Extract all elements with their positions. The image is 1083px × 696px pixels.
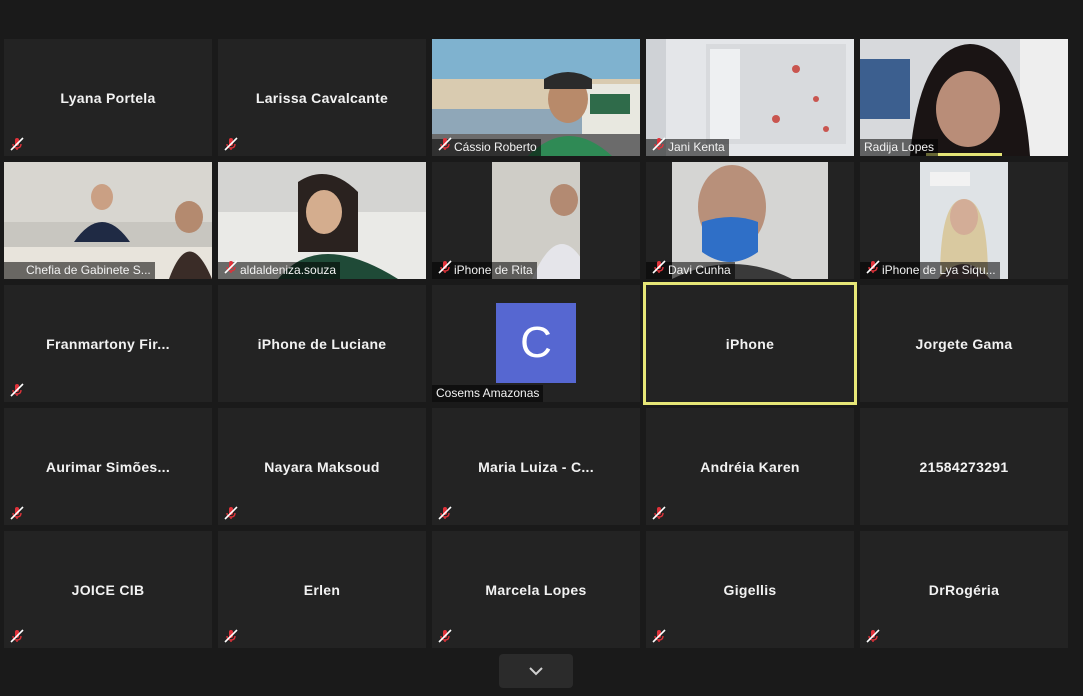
participant-name: DrRogéria — [928, 581, 1000, 598]
participant-name: Lyana Portela — [60, 89, 156, 106]
mic-muted-icon — [651, 259, 667, 275]
avatar: C — [496, 303, 576, 383]
participant-tile[interactable]: Davi Cunha — [646, 162, 854, 279]
mic-muted-icon — [865, 628, 881, 644]
participant-name: Nayara Maksoud — [264, 458, 380, 475]
participant-tile[interactable]: Franmartony Fir... — [4, 285, 212, 402]
participant-name: Jorgete Gama — [915, 335, 1013, 352]
participant-tile[interactable]: Maria Luiza - C... — [432, 408, 640, 525]
participant-tile[interactable]: Andréia Karen — [646, 408, 854, 525]
mic-muted-icon — [437, 136, 453, 152]
participant-tile[interactable]: Erlen — [218, 531, 426, 648]
participant-tile[interactable]: aldaldeniza.souza — [218, 162, 426, 279]
participant-name: iPhone — [725, 335, 775, 352]
participant-name: JOICE CIB — [71, 581, 145, 598]
mic-muted-icon — [651, 505, 667, 521]
mic-muted-icon — [437, 259, 453, 275]
participant-name: Marcela Lopes — [485, 581, 587, 598]
mic-muted-icon — [223, 259, 239, 275]
mic-muted-icon — [223, 505, 239, 521]
show-more-button[interactable] — [499, 654, 573, 688]
participant-tile[interactable]: Aurimar Simões... — [4, 408, 212, 525]
mic-muted-icon — [437, 628, 453, 644]
participant-name: Radija Lopes — [860, 139, 939, 156]
participant-name: 21584273291 — [919, 458, 1009, 475]
participant-tile[interactable]: iPhone de Luciane — [218, 285, 426, 402]
mic-muted-icon — [651, 628, 667, 644]
mic-muted-icon — [865, 259, 881, 275]
participant-name: Aurimar Simões... — [45, 458, 171, 475]
participant-tile[interactable]: Lyana Portela — [4, 39, 212, 156]
participant-tile[interactable]: JOICE CIB — [4, 531, 212, 648]
participant-name: Maria Luiza - C... — [478, 458, 594, 475]
mic-muted-icon — [9, 628, 25, 644]
participant-tile[interactable]: Larissa Cavalcante — [218, 39, 426, 156]
participant-tile[interactable]: Marcela Lopes — [432, 531, 640, 648]
participant-name: Cosems Amazonas — [432, 385, 544, 402]
participant-tile[interactable]: Jorgete Gama — [860, 285, 1068, 402]
participant-name: Erlen — [303, 581, 341, 598]
participant-tile[interactable]: Cássio Roberto — [432, 39, 640, 156]
participant-tile[interactable]: Nayara Maksoud — [218, 408, 426, 525]
participant-tile[interactable]: iPhone de Lya Siqu... — [860, 162, 1068, 279]
gallery-grid: Lyana Portela Larissa Cavalcante Cássio … — [4, 39, 1070, 648]
participant-tile-speaking[interactable]: Radija Lopes — [860, 39, 1068, 156]
participant-tile[interactable]: 21584273291 — [860, 408, 1068, 525]
mic-muted-icon — [9, 136, 25, 152]
mic-muted-icon — [223, 136, 239, 152]
participant-tile[interactable]: C Cosems Amazonas — [432, 285, 640, 402]
participant-name: Chefia de Gabinete S... — [4, 262, 155, 279]
participant-name: Andréia Karen — [700, 458, 800, 475]
mic-muted-icon — [9, 505, 25, 521]
participant-name: Gigellis — [723, 581, 777, 598]
participant-tile[interactable]: iPhone de Rita — [432, 162, 640, 279]
chevron-down-icon — [529, 667, 543, 676]
participant-tile[interactable]: DrRogéria — [860, 531, 1068, 648]
mic-muted-icon — [651, 136, 667, 152]
participant-tile[interactable]: Jani Kenta — [646, 39, 854, 156]
participant-name: iPhone de Luciane — [257, 335, 387, 352]
participant-name: Larissa Cavalcante — [255, 89, 389, 106]
mic-muted-icon — [9, 382, 25, 398]
participant-tile[interactable]: Gigellis — [646, 531, 854, 648]
mic-muted-icon — [223, 628, 239, 644]
participant-name: Franmartony Fir... — [46, 335, 170, 352]
participant-tile-active-speaker[interactable]: iPhone — [643, 282, 857, 405]
participant-tile[interactable]: Chefia de Gabinete S... — [4, 162, 212, 279]
mic-muted-icon — [437, 505, 453, 521]
